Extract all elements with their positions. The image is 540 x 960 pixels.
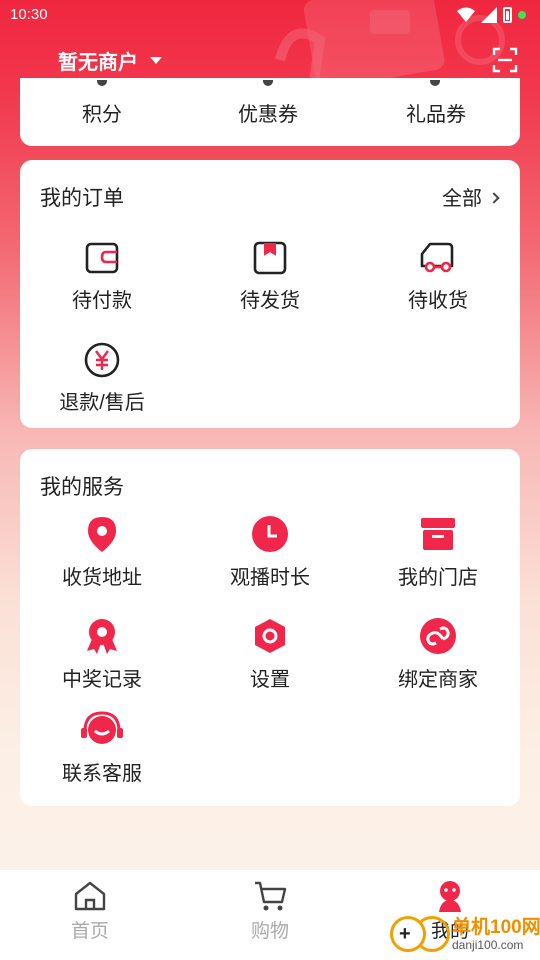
order-pending-receipt[interactable]: 待收货: [358, 240, 518, 313]
service-bind-merchant[interactable]: 绑定商家: [358, 617, 518, 692]
wallet-icon: [85, 242, 119, 274]
coupons-label: 优惠券: [238, 104, 298, 126]
service-settings[interactable]: 设置: [190, 617, 350, 692]
scan-icon[interactable]: [492, 47, 518, 73]
store-icon: [421, 518, 455, 550]
watermark-url: danji100.com: [452, 938, 524, 952]
pending-shipment-label: 待发货: [240, 290, 300, 312]
all-orders-link[interactable]: 全部: [442, 182, 500, 211]
cart-icon: [255, 881, 287, 911]
settings-icon: [255, 619, 285, 653]
watermark-logo-icon: +: [390, 916, 426, 952]
my-store-label: 我的门店: [398, 567, 478, 589]
watermark-title: 单机100网: [452, 917, 540, 938]
package-icon: [253, 241, 287, 275]
service-my-store[interactable]: 我的门店: [358, 515, 518, 590]
service-prize-records[interactable]: 中奖记录: [22, 617, 182, 692]
settings-label: 设置: [250, 669, 290, 691]
truck-icon: [420, 242, 454, 273]
gift-vouchers-item[interactable]: 礼品券: [376, 98, 496, 127]
nav-home-label: 首页: [70, 921, 109, 942]
all-orders-label: 全部: [442, 188, 482, 210]
headset-icon: [81, 711, 123, 744]
notification-dot-icon: [518, 11, 526, 19]
merchant-label: 暂无商户: [58, 52, 138, 74]
my-services-title: 我的服务: [40, 476, 124, 499]
assets-card: 积分 优惠券 礼品券: [20, 78, 520, 146]
bind-merchant-label: 绑定商家: [398, 669, 478, 691]
asset-indicator-icon: [430, 80, 440, 86]
chevron-right-icon: [488, 191, 500, 204]
nav-shopping[interactable]: 购物: [210, 880, 330, 943]
award-icon: [87, 619, 117, 654]
clock-icon: [252, 516, 288, 552]
service-customer-support[interactable]: 联系客服: [22, 711, 182, 786]
yen-icon: [84, 342, 120, 378]
pending-payment-label: 待付款: [72, 290, 132, 312]
asset-indicator-icon: [97, 80, 107, 86]
shipping-address-label: 收货地址: [62, 567, 142, 589]
order-pending-payment[interactable]: 待付款: [22, 240, 182, 313]
gift-vouchers-label: 礼品券: [406, 104, 466, 126]
nav-shopping-label: 购物: [250, 921, 289, 942]
points-item[interactable]: 积分: [42, 98, 162, 127]
caret-down-icon: [150, 57, 162, 64]
watermark: + 单机100网 danji100.com: [388, 912, 540, 958]
prize-records-label: 中奖记录: [62, 669, 142, 691]
profile-icon: [439, 881, 461, 912]
pending-receipt-label: 待收货: [408, 290, 468, 312]
points-label: 积分: [82, 104, 122, 126]
merchant-selector[interactable]: 暂无商户: [58, 46, 162, 75]
location-icon: [88, 517, 116, 552]
refund-aftersale-label: 退款/售后: [59, 392, 145, 414]
my-orders-card: 我的订单 全部 待付款 待发货 待收货 退款/售后: [20, 160, 520, 428]
my-orders-title: 我的订单: [40, 187, 124, 210]
status-time: 10:30: [10, 6, 48, 23]
coupons-item[interactable]: 优惠券: [208, 98, 328, 127]
order-refund-aftersale[interactable]: 退款/售后: [22, 342, 182, 415]
my-services-card: 我的服务 收货地址 观播时长 我的门店 中奖记录 设置 绑定商家 联系客服: [20, 449, 520, 806]
watch-duration-label: 观播时长: [230, 567, 310, 589]
home-icon: [74, 881, 106, 911]
link-icon: [420, 618, 456, 654]
customer-support-label: 联系客服: [62, 763, 142, 785]
service-watch-duration[interactable]: 观播时长: [190, 515, 350, 590]
order-pending-shipment[interactable]: 待发货: [190, 240, 350, 313]
asset-indicator-icon: [263, 80, 273, 86]
nav-home[interactable]: 首页: [30, 880, 150, 943]
service-shipping-address[interactable]: 收货地址: [22, 515, 182, 590]
